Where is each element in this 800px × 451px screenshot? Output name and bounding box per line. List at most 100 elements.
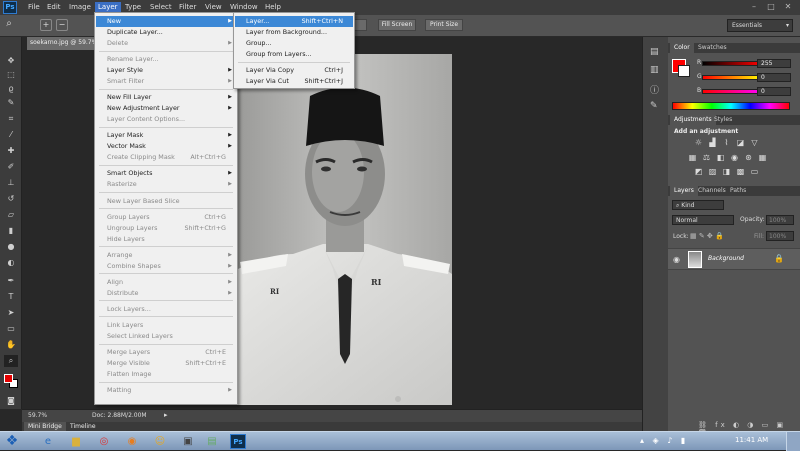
tab-paths[interactable]: Paths xyxy=(726,186,750,196)
clone-stamp-tool-icon[interactable]: ⊥ xyxy=(4,177,18,189)
menu-image[interactable]: Image xyxy=(66,2,94,13)
healing-brush-tool-icon[interactable]: ✚ xyxy=(4,145,18,157)
history-brush-tool-icon[interactable]: ↺ xyxy=(4,193,18,205)
menu-edit[interactable]: Edit xyxy=(44,2,64,13)
document-canvas[interactable]: RI RI xyxy=(238,54,452,405)
gradient-map-icon[interactable]: ▭ xyxy=(750,168,759,176)
fill-screen-button[interactable]: Fill Screen xyxy=(378,19,416,31)
lock-icons[interactable]: ▦ ✎ ✥ 🔒 xyxy=(690,232,724,240)
menu-item[interactable]: New Adjustment Layer ▶ xyxy=(96,103,236,114)
status-arrow-icon[interactable]: ▸ xyxy=(164,411,168,419)
color-background-swatch[interactable] xyxy=(678,65,690,77)
firefox-icon[interactable]: ◉ xyxy=(124,434,140,449)
menu-item[interactable]: Layer from Background... xyxy=(235,27,353,38)
visibility-eye-icon[interactable]: ◉ xyxy=(673,255,680,264)
tab-adjustments[interactable]: Adjustments xyxy=(670,115,716,125)
chrome-icon[interactable]: ◎ xyxy=(96,434,112,449)
menu-item[interactable]: New ▶ xyxy=(96,16,236,27)
color-lookup-icon[interactable]: ▦ xyxy=(758,154,767,162)
menu-item[interactable]: Layer... Shift+Ctrl+N xyxy=(235,16,353,27)
info-icon[interactable]: ⓘ xyxy=(650,83,659,96)
terminal-icon[interactable]: ▣ xyxy=(180,434,196,449)
gradient-tool-icon[interactable]: ▮ xyxy=(4,225,18,237)
tab-styles[interactable]: Styles xyxy=(710,115,736,125)
menu-item[interactable]: Align ▶ xyxy=(96,277,236,288)
brush-presets-icon[interactable]: ✎ xyxy=(650,101,658,111)
quick-mask-icon[interactable]: ◙ xyxy=(4,395,18,407)
menu-item[interactable]: Combine Shapes ▶ xyxy=(96,261,236,272)
quick-select-tool-icon[interactable]: ✎ xyxy=(4,97,18,109)
photoshop-taskbar-icon[interactable]: Ps xyxy=(230,434,246,449)
explorer-icon[interactable]: ▆ xyxy=(68,434,84,449)
close-button[interactable]: ✕ xyxy=(782,2,794,12)
menu-item[interactable]: Duplicate Layer... xyxy=(96,27,236,38)
type-tool-icon[interactable]: T xyxy=(4,291,18,303)
menu-item[interactable]: Layer Via Cut Shift+Ctrl+J xyxy=(235,76,353,87)
menu-item[interactable]: Smart Filter ▶ xyxy=(96,76,236,87)
tray-icons[interactable]: ▴ ◈ ♪ ▮ xyxy=(640,436,688,445)
eyedropper-tool-icon[interactable]: ⁄ xyxy=(4,129,18,141)
menu-item[interactable]: Link Layers xyxy=(96,320,236,331)
menu-item[interactable]: Group Layers Ctrl+G xyxy=(96,212,236,223)
channel-g-value[interactable]: 0 xyxy=(757,73,791,82)
channel-r-value[interactable]: 255 xyxy=(757,59,791,68)
minimize-button[interactable]: – xyxy=(748,2,760,12)
color-spectrum-bar[interactable] xyxy=(672,102,790,110)
menu-item[interactable]: New Fill Layer ▶ xyxy=(96,92,236,103)
tab-color[interactable]: Color xyxy=(670,43,694,53)
threshold-icon[interactable]: ◨ xyxy=(722,168,731,176)
menu-item[interactable]: Smart Objects ▶ xyxy=(96,168,236,179)
channel-b-slider[interactable] xyxy=(702,89,762,94)
color-balance-icon[interactable]: ⚖ xyxy=(702,154,711,162)
menu-item[interactable]: Merge Layers Ctrl+E xyxy=(96,347,236,358)
menu-item[interactable]: Arrange ▶ xyxy=(96,250,236,261)
menu-item[interactable]: Delete ▶ xyxy=(96,38,236,49)
print-size-button[interactable]: Print Size xyxy=(425,19,463,31)
menu-item[interactable]: Flatten Image xyxy=(96,369,236,380)
menu-item[interactable]: Rename Layer... xyxy=(96,54,236,65)
fill-value[interactable]: 100% xyxy=(766,231,794,241)
menu-item[interactable]: Hide Layers xyxy=(96,234,236,245)
menu-item[interactable]: Merge Visible Shift+Ctrl+E xyxy=(96,358,236,369)
channel-mixer-icon[interactable]: ⊛ xyxy=(744,154,753,162)
pen-tool-icon[interactable]: ✒ xyxy=(4,275,18,287)
show-desktop-button[interactable] xyxy=(786,432,800,451)
tab-channels[interactable]: Channels xyxy=(694,186,730,196)
selective-color-icon[interactable]: ▩ xyxy=(736,168,745,176)
brush-tool-icon[interactable]: ✐ xyxy=(4,161,18,173)
menu-item[interactable]: Group from Layers... xyxy=(235,49,353,60)
maximize-button[interactable]: □ xyxy=(765,2,777,12)
vibrance-icon[interactable]: ▽ xyxy=(750,139,759,147)
foreground-color-swatch[interactable] xyxy=(4,374,13,383)
menu-item[interactable]: New Layer Based Slice xyxy=(96,196,236,207)
levels-icon[interactable]: ▟ xyxy=(708,139,717,147)
clock[interactable]: 11:41 AM xyxy=(735,436,768,444)
menu-item[interactable]: Layer Mask ▶ xyxy=(96,130,236,141)
lasso-tool-icon[interactable]: ϱ xyxy=(4,83,18,95)
menu-item[interactable]: Layer Via Copy Ctrl+J xyxy=(235,65,353,76)
blend-mode-select[interactable]: Normal xyxy=(672,215,734,225)
posterize-icon[interactable]: ▨ xyxy=(708,168,717,176)
hand-tool-icon[interactable]: ✋ xyxy=(4,339,18,351)
layer-filter-select[interactable]: ⌕ Kind xyxy=(672,200,724,210)
zoom-in-icon[interactable]: + xyxy=(40,19,52,31)
marquee-tool-icon[interactable]: ⬚ xyxy=(4,69,18,81)
menu-item[interactable]: Matting ▶ xyxy=(96,385,236,396)
hue-saturation-icon[interactable]: ▦ xyxy=(688,154,697,162)
menu-item[interactable]: Lock Layers... xyxy=(96,304,236,315)
channel-g-slider[interactable] xyxy=(702,75,762,80)
exposure-icon[interactable]: ◪ xyxy=(736,139,745,147)
move-tool-icon[interactable]: ✥ xyxy=(4,55,18,67)
properties-icon[interactable]: ▥ xyxy=(650,65,659,75)
zoom-level[interactable]: 59.7% xyxy=(28,412,47,419)
path-select-tool-icon[interactable]: ➤ xyxy=(4,307,18,319)
layer-row-background[interactable]: ◉ Background 🔒 xyxy=(668,248,800,270)
zoom-out-icon[interactable]: − xyxy=(56,19,68,31)
menu-item[interactable]: Ungroup Layers Shift+Ctrl+G xyxy=(96,223,236,234)
shape-tool-icon[interactable]: ▭ xyxy=(4,323,18,335)
channel-b-value[interactable]: 0 xyxy=(757,87,791,96)
blur-tool-icon[interactable]: ● xyxy=(4,241,18,253)
menu-item[interactable]: Layer Style ▶ xyxy=(96,65,236,76)
menu-item[interactable]: Rasterize ▶ xyxy=(96,179,236,190)
zoom-tool-icon[interactable]: ⌕ xyxy=(4,355,18,367)
